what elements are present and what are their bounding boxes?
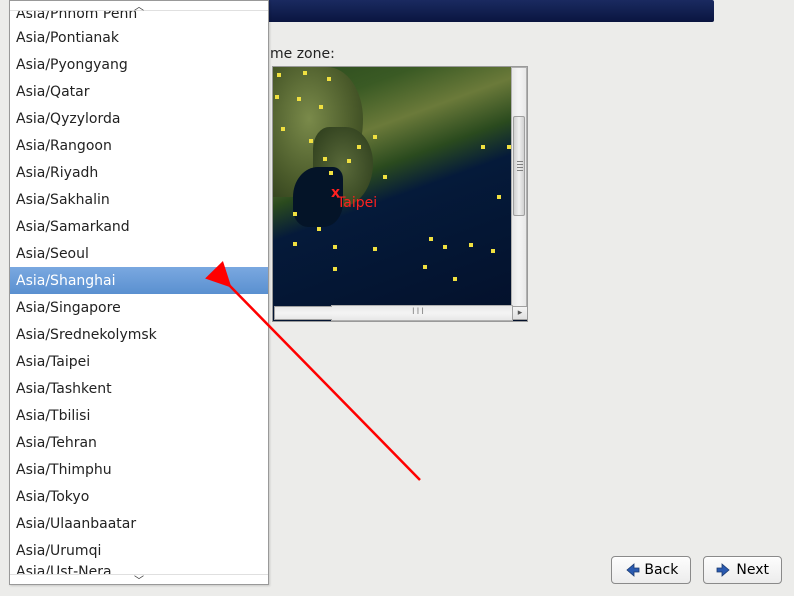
next-button[interactable]: Next: [703, 556, 782, 584]
next-button-label: Next: [736, 562, 769, 578]
map-hscroll-left-button[interactable]: [274, 306, 332, 320]
dropdown-scroll-up[interactable]: ︿: [10, 1, 268, 11]
map-hscroll-right-button[interactable]: ▸: [512, 306, 528, 320]
timezone-option[interactable]: Asia/Thimphu: [10, 456, 268, 483]
timezone-option[interactable]: Asia/Seoul: [10, 240, 268, 267]
timezone-option[interactable]: Asia/Riyadh: [10, 159, 268, 186]
timezone-option[interactable]: Asia/Taipei: [10, 348, 268, 375]
timezone-option[interactable]: Asia/Samarkand: [10, 213, 268, 240]
arrow-left-icon: [624, 562, 640, 578]
timezone-option[interactable]: Asia/Tokyo: [10, 483, 268, 510]
timezone-option[interactable]: Asia/Tbilisi: [10, 402, 268, 429]
dropdown-scroll-down[interactable]: ﹀: [10, 574, 268, 584]
chevron-down-icon: ﹀: [134, 572, 144, 587]
timezone-map[interactable]: x Taipei III ▸: [272, 66, 528, 322]
arrow-right-icon: [716, 562, 732, 578]
timezone-option[interactable]: Asia/Rangoon: [10, 132, 268, 159]
timezone-option[interactable]: Asia/Ulaanbaatar: [10, 510, 268, 537]
timezone-option[interactable]: Asia/Pyongyang: [10, 51, 268, 78]
timezone-option[interactable]: Asia/Pontianak: [10, 24, 268, 51]
timezone-option[interactable]: Asia/Urumqi: [10, 537, 268, 564]
timezone-option[interactable]: Asia/Singapore: [10, 294, 268, 321]
back-button-label: Back: [644, 562, 678, 578]
timezone-option[interactable]: Asia/Srednekolymsk: [10, 321, 268, 348]
map-hscroll-thumb-indicator: III: [412, 307, 426, 317]
timezone-label: me zone:: [270, 46, 335, 62]
timezone-option[interactable]: Asia/Sakhalin: [10, 186, 268, 213]
map-vertical-scroll-thumb[interactable]: [513, 116, 525, 216]
back-button[interactable]: Back: [611, 556, 691, 584]
timezone-option[interactable]: Asia/Qyzylorda: [10, 105, 268, 132]
timezone-option[interactable]: Asia/Qatar: [10, 78, 268, 105]
navigation-buttons: Back Next: [611, 556, 782, 584]
dropdown-items-container: Asia/Phnom PenhAsia/PontianakAsia/Pyongy…: [10, 11, 268, 574]
map-marker-label: Taipei: [337, 195, 377, 211]
map-vertical-scrollbar[interactable]: [511, 67, 527, 307]
map-horizontal-scrollbar[interactable]: III ▸: [331, 305, 513, 321]
timezone-dropdown-list[interactable]: ︿ Asia/Phnom PenhAsia/PontianakAsia/Pyon…: [9, 0, 269, 585]
timezone-option[interactable]: Asia/Tashkent: [10, 375, 268, 402]
timezone-option[interactable]: Asia/Shanghai: [10, 267, 268, 294]
timezone-option[interactable]: Asia/Tehran: [10, 429, 268, 456]
map-canvas[interactable]: x Taipei: [273, 67, 528, 322]
